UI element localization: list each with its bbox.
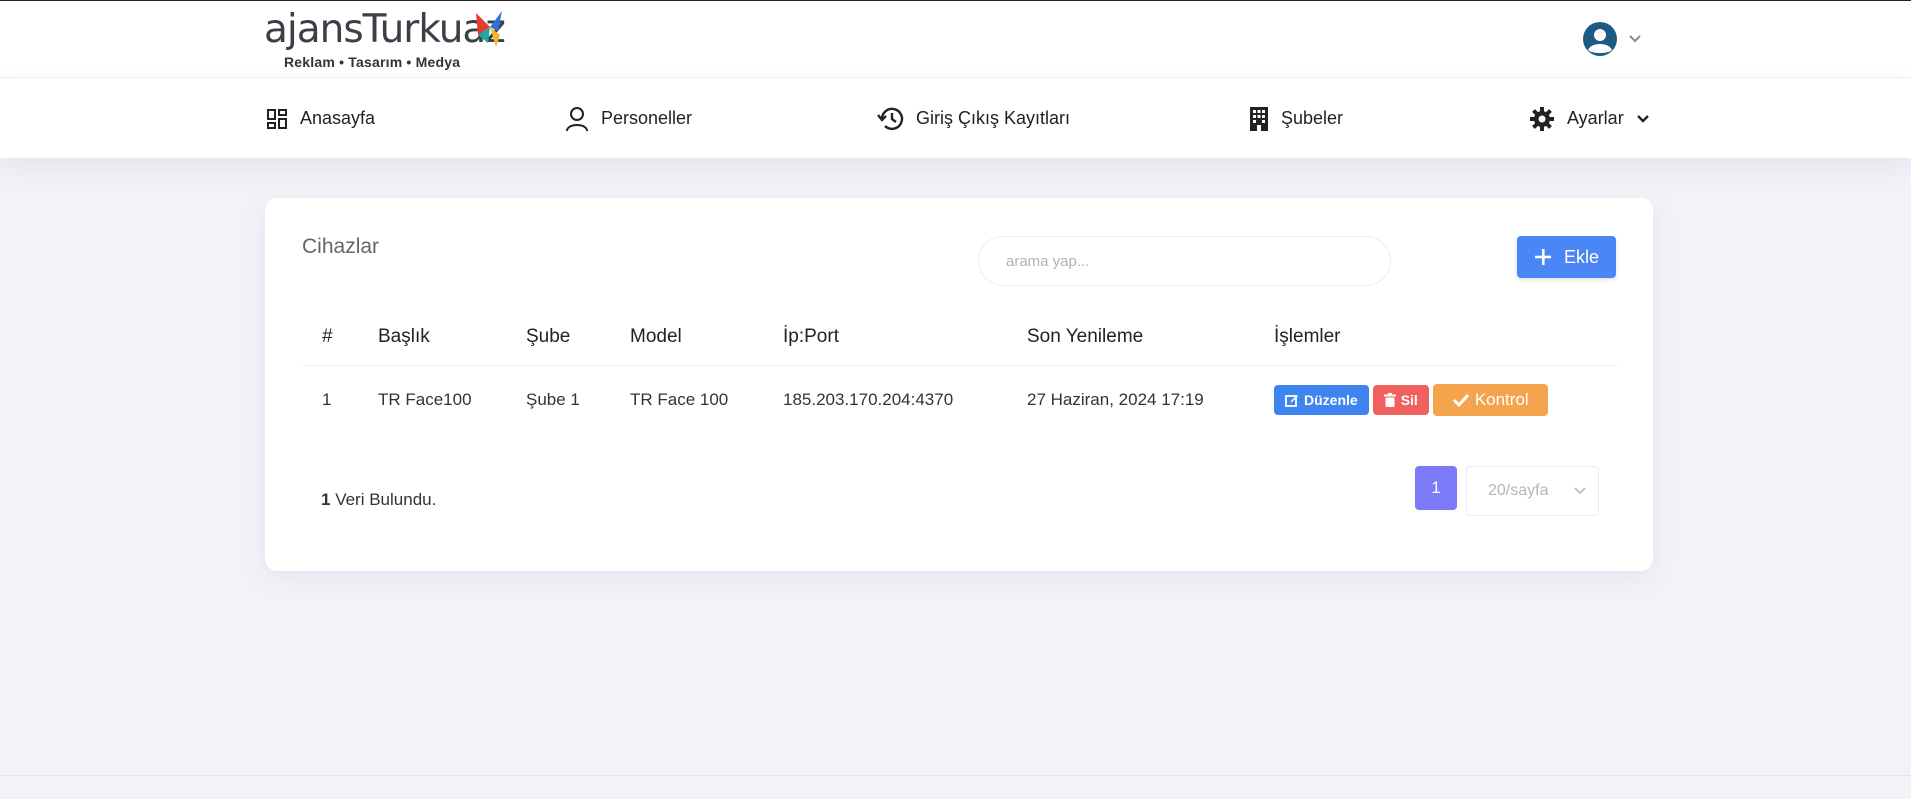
edit-icon [1285,395,1298,408]
control-button-label: Kontrol [1474,390,1529,410]
page-title: Cihazlar [302,235,380,258]
dashboard-icon [267,108,287,129]
brand-tagline: Reklam • Tasarım • Medya [284,54,461,70]
add-button[interactable]: Ekle [1517,236,1616,278]
cell-actions: Düzenle Sil Kontrol [1254,365,1618,435]
building-icon [1250,106,1268,131]
main-nav: Anasayfa Personeller Giriş Çıkış Kayıtla… [0,77,1911,158]
cell-num: 1 [322,390,332,410]
column-header-ip-port: İp:Port [763,309,1007,366]
control-button[interactable]: Kontrol [1432,384,1548,417]
result-count-text: Veri Bulundu. [330,490,437,509]
edit-button[interactable]: Düzenle [1274,385,1369,416]
column-header-num: # [302,309,358,366]
table-row: 1 TR Face100 Şube 1 TR Face 100 185.203.… [302,365,1618,435]
person-icon [566,106,588,131]
check-icon [1452,394,1469,408]
add-button-label: Ekle [1563,246,1599,267]
devices-table: # Başlık Şube Model İp:Port Son Yenileme… [302,309,1618,435]
page-size-value: 20/sayfa [1488,482,1549,499]
brand-logo[interactable]: ajansTurkuaz Reklam • Tasarım • Medya [262,7,506,71]
nav-anasayfa[interactable]: Anasayfa [266,78,375,159]
chevron-down-icon[interactable] [1628,34,1642,44]
cell-baslik: TR Face100 [378,390,472,410]
cell-sube: Şube 1 [526,390,580,410]
delete-button-label: Sil [1400,392,1418,409]
pagination-page-button[interactable]: 1 [1415,466,1457,510]
brand-name: ajansTurkuaz [264,7,506,52]
chevron-down-icon [1574,487,1586,495]
nav-label: Ayarlar [1567,108,1624,128]
nav-ayarlar[interactable]: Ayarlar [1529,78,1650,159]
column-header-baslik: Başlık [358,309,506,366]
nav-personeller[interactable]: Personeller [565,78,692,159]
nav-label: Giriş Çıkış Kayıtları [916,108,1071,128]
nav-giris-cikis[interactable]: Giriş Çıkış Kayıtları [876,78,1070,159]
gear-icon [1530,106,1554,131]
footer-divider [0,775,1911,776]
result-count: 1 Veri Bulundu. [321,490,436,510]
chevron-down-icon [1636,114,1649,123]
user-menu[interactable] [1582,21,1642,57]
cell-ip-port: 185.203.170.204:4370 [783,390,954,410]
nav-label: Personeller [601,108,693,128]
trash-icon [1383,393,1396,408]
column-header-son-yenileme: Son Yenileme [1007,309,1254,366]
page-size-select[interactable]: 20/sayfa [1466,466,1599,516]
history-icon [877,107,904,130]
column-header-islemler: İşlemler [1254,309,1618,366]
search-input[interactable] [978,236,1391,286]
nav-subeler[interactable]: Şubeler [1249,78,1343,159]
delete-button[interactable]: Sil [1372,385,1429,416]
column-header-sube: Şube [506,309,610,366]
nav-label: Şubeler [1281,108,1344,128]
plus-icon [1534,249,1551,265]
nav-label: Anasayfa [300,108,376,128]
user-circle-icon[interactable] [1582,21,1618,57]
logo-mark-icon [476,11,502,47]
cell-son-yenileme: 27 Haziran, 2024 17:19 [1027,390,1204,410]
top-header: ajansTurkuaz Reklam • Tasarım • Medya [0,0,1911,77]
cell-model: TR Face 100 [630,390,729,410]
edit-button-label: Düzenle [1304,392,1358,409]
devices-card: Cihazlar Ekle # Başlık Şube Model İp:Por… [265,198,1653,571]
column-header-model: Model [610,309,763,366]
table-header-row: # Başlık Şube Model İp:Port Son Yenileme… [302,309,1618,366]
